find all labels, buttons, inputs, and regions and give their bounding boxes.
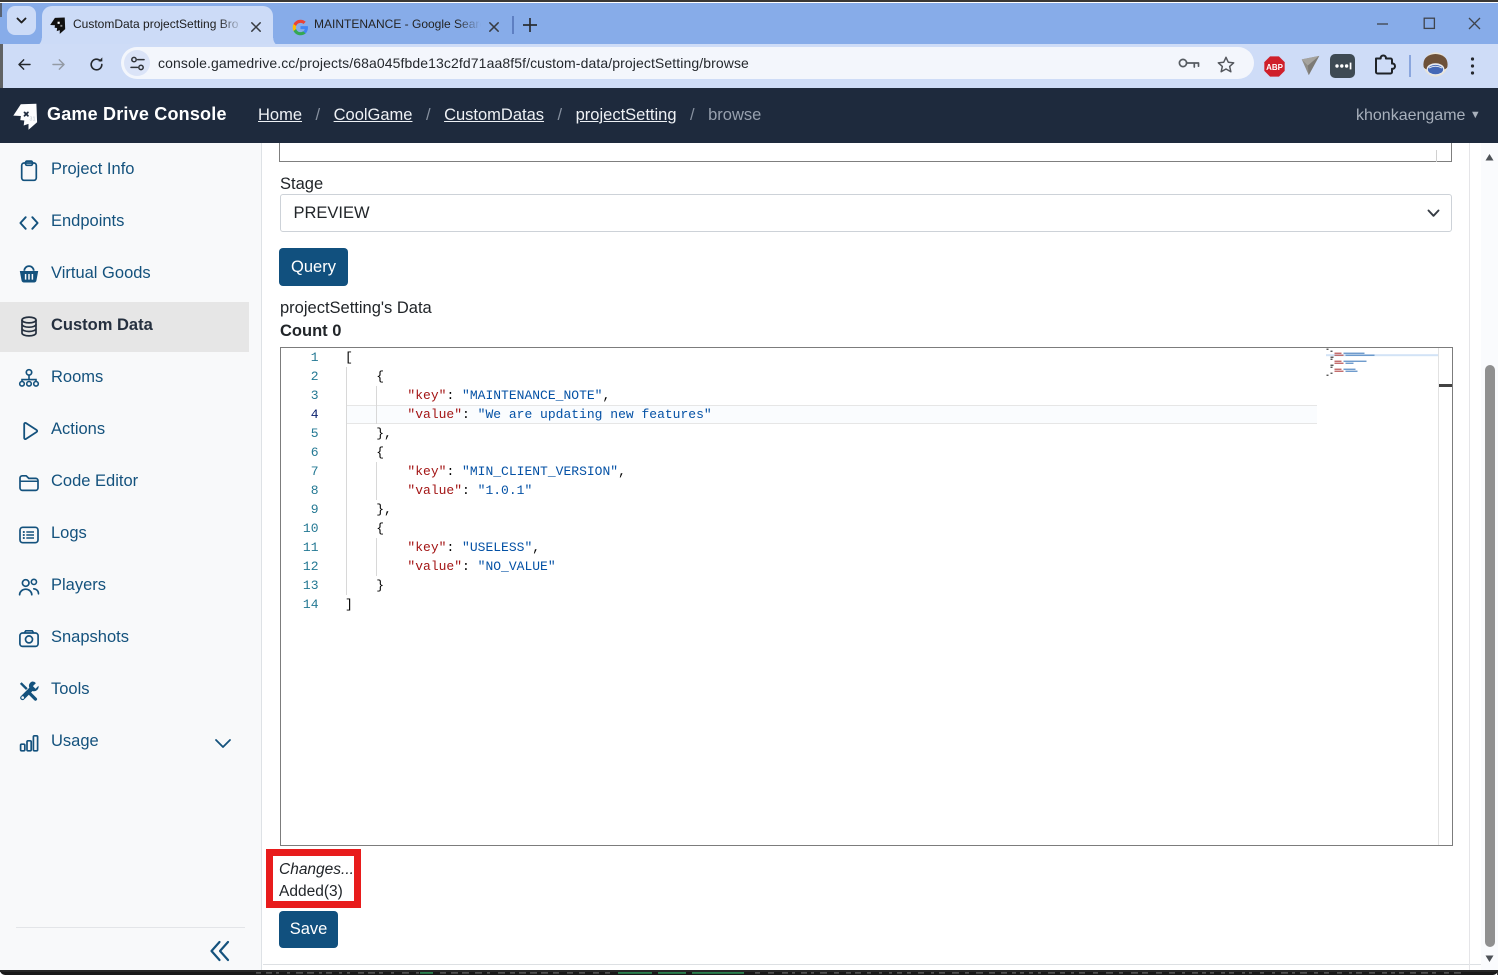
svg-text:ABP: ABP: [1266, 63, 1283, 72]
svg-text:31: 31: [29, 117, 35, 123]
